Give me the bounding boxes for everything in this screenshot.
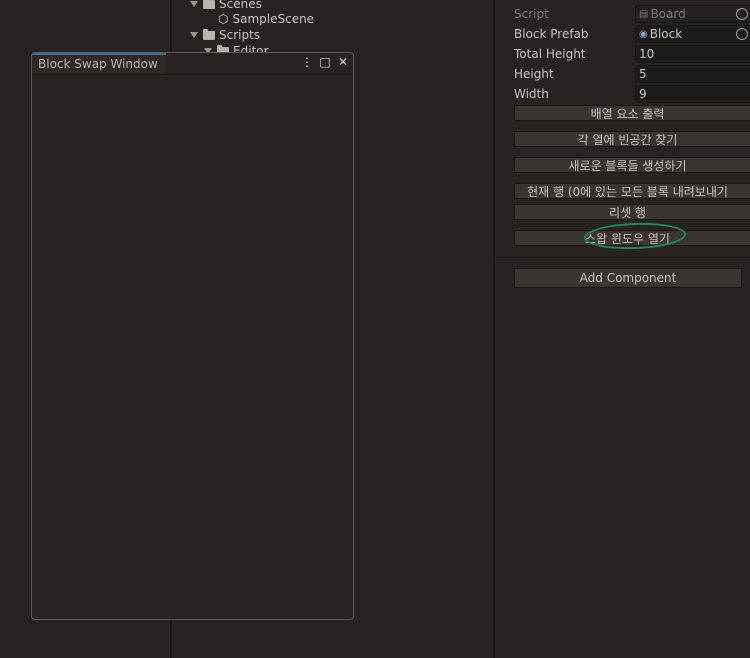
separator	[495, 257, 750, 258]
height-input[interactable]: 5	[635, 65, 750, 83]
find-empty-spaces-button[interactable]: 각 열에 빈공간 찾기	[514, 131, 750, 147]
more-menu-icon[interactable]: ⋮	[301, 55, 313, 69]
block-swap-window[interactable]: Block Swap Window ⋮ □ ✕	[31, 52, 354, 620]
field-row-height: Height	[514, 65, 635, 83]
window-controls: ⋮ □ ✕	[301, 55, 349, 69]
window-tab[interactable]: Block Swap Window	[32, 53, 166, 73]
field-value: Block	[649, 27, 683, 41]
generate-blocks-button[interactable]: 새로운 블록들 생성하기	[514, 157, 750, 173]
tree-item-label: Scenes	[219, 0, 262, 11]
print-array-button[interactable]: 배열 요소 출력	[514, 105, 750, 121]
field-label: Block Prefab	[514, 27, 589, 41]
button-label: 각 열에 빈공간 찾기	[577, 132, 678, 147]
field-value: Board	[650, 7, 686, 21]
maximize-icon[interactable]: □	[319, 55, 331, 69]
prefab-icon: ◉	[639, 28, 648, 40]
expand-triangle-icon[interactable]	[190, 32, 198, 38]
field-label: Script	[514, 7, 549, 21]
expand-triangle-icon[interactable]	[190, 1, 198, 7]
script-icon: ▤	[639, 8, 649, 20]
folder-icon	[203, 0, 215, 9]
width-input[interactable]: 9	[635, 85, 750, 103]
tree-item-scripts[interactable]: Scripts	[190, 27, 260, 43]
object-picker-icon[interactable]	[736, 28, 748, 40]
field-label: Width	[514, 87, 549, 101]
script-field: ▤ Board	[635, 5, 750, 23]
tree-item-label: Scripts	[219, 28, 261, 42]
field-row-script: Script	[514, 5, 635, 23]
unity-scene-icon: ⬡	[218, 12, 229, 26]
field-label: Total Height	[514, 47, 586, 61]
folder-icon	[203, 28, 215, 40]
total-height-input[interactable]: 10	[635, 45, 750, 63]
field-value: 5	[639, 67, 647, 81]
field-value: 10	[639, 47, 655, 61]
block-prefab-field[interactable]: ◉ Block	[635, 25, 750, 43]
add-component-button[interactable]: Add Component	[514, 268, 742, 288]
button-label: 배열 요소 출력	[590, 106, 665, 121]
window-title: Block Swap Window	[38, 57, 158, 71]
field-label: Height	[514, 67, 554, 81]
unity-editor: Scenes ⬡ SampleScene Scripts Editor Scri…	[0, 0, 750, 658]
field-row-width: Width	[514, 85, 635, 103]
tree-item-label: SampleScene	[232, 12, 315, 26]
inspector-panel: Script ▤ Board Block Prefab ◉ Block Tota…	[495, 0, 750, 658]
drop-row-blocks-button[interactable]: 현재 행 (0에 있는 모든 블록 내려보내기	[514, 183, 750, 199]
field-row-total-height: Total Height	[514, 45, 635, 63]
button-label: 새로운 블록들 생성하기	[568, 158, 687, 173]
field-value: 9	[639, 87, 647, 101]
close-icon[interactable]: ✕	[337, 55, 349, 69]
tree-item-samplescene[interactable]: ⬡ SampleScene	[218, 11, 314, 27]
button-label: 현재 행 (0에 있는 모든 블록 내려보내기	[527, 184, 728, 199]
button-label: Add Component	[579, 271, 677, 285]
button-label: 리셋 행	[609, 205, 646, 220]
reset-row-button[interactable]: 리셋 행	[514, 204, 750, 220]
object-picker-icon	[736, 8, 748, 20]
field-row-block-prefab: Block Prefab	[514, 25, 635, 43]
